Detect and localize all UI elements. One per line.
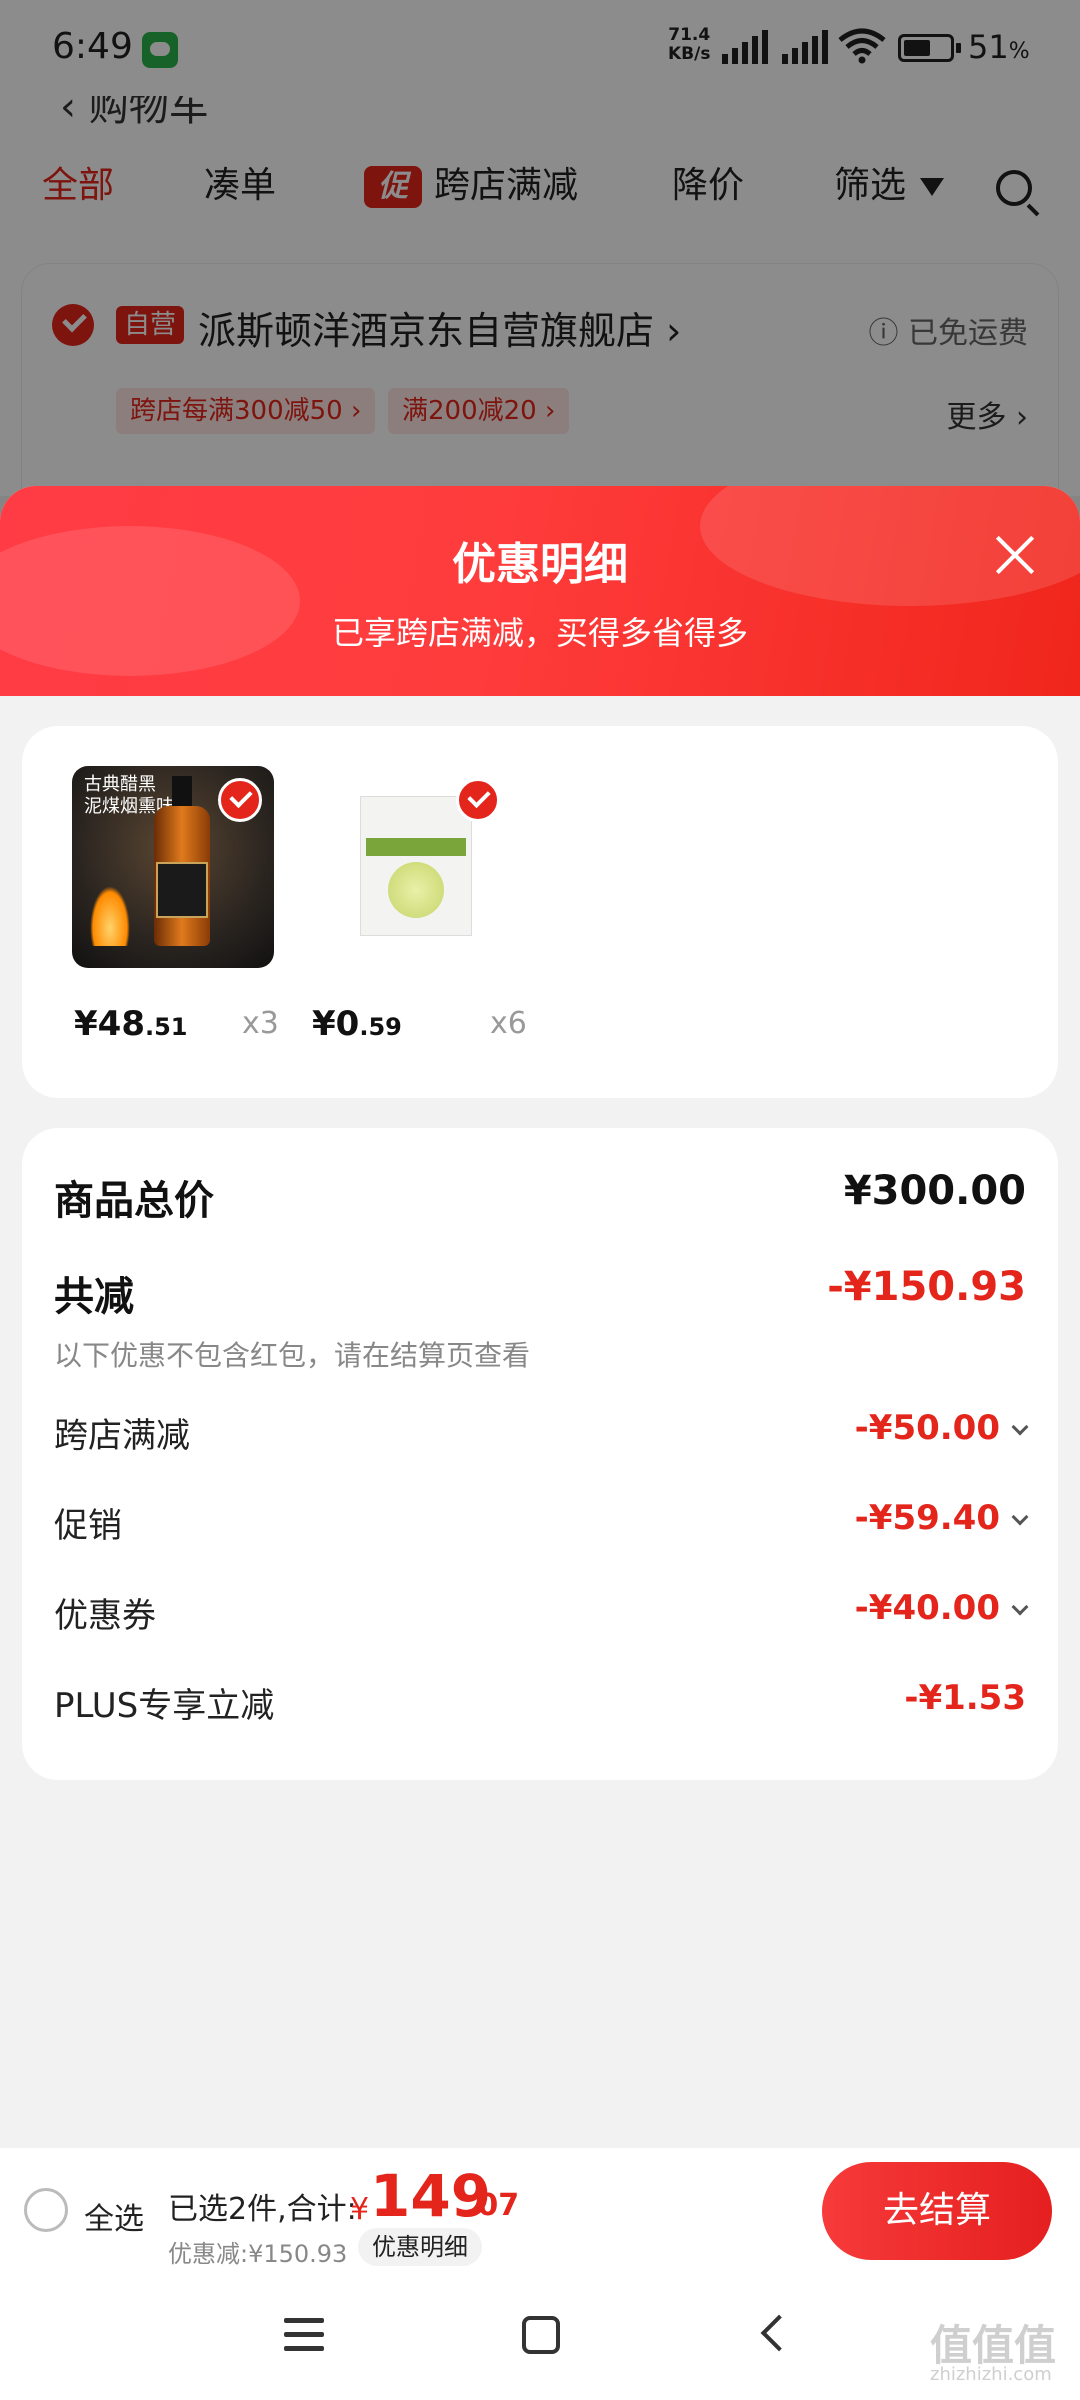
product-check-icon[interactable] [218, 778, 262, 822]
total-decimal: .07 [466, 2188, 520, 2223]
selected-info: 已选2件,合计: [168, 2192, 357, 2227]
product-price: ¥0.59 [312, 1004, 402, 1044]
system-nav-bar: 值值值 zhizhizhi.com [0, 2276, 1080, 2400]
watermark: 值值值 zhizhizhi.com [930, 2321, 1057, 2385]
discount-detail-sheet: 优惠明细 已享跨店满减，买得多省得多 古典醋黑 泥煤烟熏味 ¥48.51 x3 … [0, 486, 1080, 2400]
checkout-button[interactable]: 去结算 [822, 2162, 1052, 2260]
home-icon[interactable] [522, 2316, 560, 2354]
reduce-label: 共减 [54, 1274, 134, 1320]
close-icon[interactable] [990, 530, 1040, 580]
reduce-value: -¥150.93 [827, 1264, 1026, 1310]
discount-info: 优惠减:¥150.93 [168, 2240, 348, 2268]
total-currency: ¥ [350, 2192, 370, 2227]
total-value: ¥300.00 [843, 1168, 1026, 1214]
discount-value: -¥59.40 [855, 1498, 1029, 1538]
discount-detail-button[interactable]: 优惠明细 [358, 2228, 482, 2266]
checkout-bar: 全选 已选2件,合计: ¥ 149 .07 优惠减:¥150.93 优惠明细 去… [0, 2148, 1080, 2276]
sheet-title: 优惠明细 [452, 539, 628, 590]
sheet-header: 优惠明细 已享跨店满减，买得多省得多 [0, 486, 1080, 696]
select-all-checkbox[interactable] [24, 2188, 68, 2232]
discount-value: -¥40.00 [855, 1588, 1029, 1628]
product-qty: x6 [490, 1006, 527, 1041]
discount-value: -¥50.00 [855, 1408, 1029, 1448]
chevron-down-icon [1011, 1598, 1029, 1616]
product-item[interactable]: ¥0.59 x6 [260, 766, 527, 1044]
menu-icon[interactable] [284, 2318, 324, 2352]
sheet-subtitle: 已享跨店满减，买得多省得多 [331, 614, 748, 652]
product-item[interactable]: 古典醋黑 泥煤烟熏味 ¥48.51 x3 [22, 766, 279, 1044]
discount-value: -¥1.53 [904, 1678, 1026, 1718]
chevron-down-icon [1011, 1508, 1029, 1526]
price-summary-card: 商品总价 ¥300.00 共减 -¥150.93 以下优惠不包含红包，请在结算页… [22, 1128, 1058, 1780]
product-price: ¥48.51 [74, 1004, 188, 1044]
chevron-down-icon [1011, 1418, 1029, 1436]
back-icon[interactable] [760, 2314, 798, 2352]
select-all-label[interactable]: 全选 [84, 2194, 144, 2238]
total-label: 商品总价 [54, 1178, 214, 1224]
product-list-card: 古典醋黑 泥煤烟熏味 ¥48.51 x3 ¥0.59 x6 [22, 726, 1058, 1098]
product-check-icon[interactable] [456, 778, 500, 822]
